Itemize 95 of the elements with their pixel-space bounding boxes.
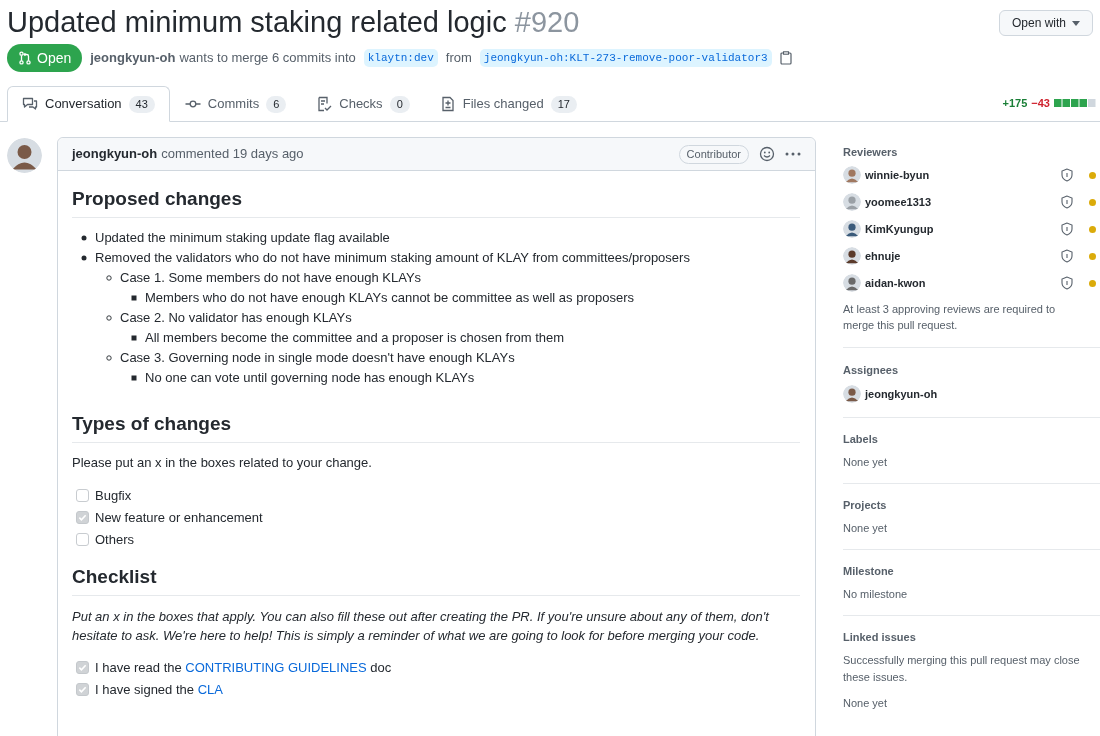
avatar bbox=[843, 193, 861, 211]
more-icon[interactable] bbox=[785, 152, 801, 156]
checkbox[interactable] bbox=[76, 533, 89, 546]
tab[interactable]: Checks 0 bbox=[301, 86, 425, 122]
section-heading: Proposed changes bbox=[72, 187, 243, 211]
task-text: Bugfix bbox=[95, 487, 132, 504]
bullet-icon bbox=[81, 254, 87, 261]
status-badge: Open bbox=[7, 44, 83, 72]
clipboard-icon[interactable] bbox=[779, 51, 792, 65]
shield-icon bbox=[1061, 222, 1073, 236]
speech-bubbles-icon bbox=[22, 96, 38, 112]
from-text: from bbox=[445, 49, 472, 68]
task-text: Others bbox=[95, 531, 134, 548]
task-text: I have signed the CLA bbox=[95, 681, 223, 698]
shield-icon bbox=[1061, 195, 1073, 209]
tab-counter: 0 bbox=[389, 95, 410, 113]
checklist-icon bbox=[316, 96, 333, 112]
tab[interactable]: Commits 6 bbox=[169, 86, 302, 122]
reviewer-name[interactable]: winnie-byun bbox=[865, 167, 1057, 183]
list-item-text: Removed the validators who do not have minimum staking amount of KLAY from committees/proposers bbox=[95, 249, 690, 266]
comment-time: commented 19 days ago bbox=[161, 145, 304, 164]
bullet-icon bbox=[131, 374, 137, 381]
list-item-text: No one can vote until governing node has enough KLAYs bbox=[145, 369, 475, 386]
reviewer-name[interactable]: KimKyungup bbox=[865, 221, 1057, 237]
section-heading: Checklist bbox=[72, 565, 158, 589]
checkmark-icon bbox=[78, 685, 87, 694]
sidebar-heading: Linked issues bbox=[843, 630, 917, 645]
merge-description: wants to merge 6 commits into bbox=[179, 49, 356, 68]
sidebar-value: None yet bbox=[843, 696, 889, 711]
paragraph: Please put an x in the boxes related to your change. bbox=[72, 454, 373, 471]
link[interactable]: CLA bbox=[197, 682, 223, 697]
caret-icon bbox=[1072, 20, 1080, 26]
reviewer-name[interactable]: yoomee1313 bbox=[865, 194, 1057, 210]
bullet-icon bbox=[106, 314, 112, 321]
checkbox[interactable] bbox=[76, 489, 89, 502]
bullet-icon bbox=[106, 274, 112, 281]
task-text: New feature or enhancement bbox=[95, 509, 263, 526]
sidebar-value: None yet bbox=[843, 521, 889, 536]
sidebar-heading: Reviewers bbox=[843, 145, 899, 160]
shield-icon bbox=[1061, 249, 1073, 263]
list-item-text: Updated the minimum staking update flag available bbox=[95, 229, 390, 246]
pull-request-icon bbox=[18, 51, 32, 65]
sidebar-heading: Milestone bbox=[843, 564, 895, 579]
instructions-text: Put an x in the boxes that apply. You can also fill these out after creating the PR. If you're unsure about any of them, don't hesitate to ask. We're here to help! This is simply a reminder of what we are going to look for before merging your code. bbox=[72, 608, 771, 645]
tab[interactable]: Conversation 43 bbox=[7, 86, 170, 122]
checkbox[interactable] bbox=[76, 661, 89, 674]
list-item-text: Case 1. Some members do not have enough KLAYs bbox=[120, 269, 422, 286]
link[interactable]: CONTRIBUTING GUIDELINES bbox=[185, 660, 367, 675]
review-requirement-text: At least 3 approving reviews are required to merge this pull request. bbox=[843, 302, 1057, 333]
list-item-text: Members who do not have enough KLAYs cannot be committee as well as proposers bbox=[145, 289, 634, 306]
avatar bbox=[843, 166, 861, 184]
shield-icon bbox=[1061, 276, 1073, 290]
sidebar-note: Successfully merging this pull request may close these issues. bbox=[843, 653, 1081, 685]
list-item-text: Case 3. Governing node in single mode doesn't have enough KLAYs bbox=[120, 349, 515, 366]
checkbox[interactable] bbox=[76, 511, 89, 524]
bullet-icon bbox=[106, 354, 112, 361]
tab[interactable]: Files changed 17 bbox=[424, 86, 592, 122]
section-heading: Types of changes bbox=[72, 412, 233, 436]
reviewer-name[interactable]: aidan-kwon bbox=[865, 275, 1057, 291]
avatar bbox=[843, 385, 861, 403]
head-branch[interactable]: jeongkyun-oh:KLT-273-remove-poor-validator3 bbox=[479, 48, 772, 68]
smiley-icon[interactable] bbox=[759, 146, 775, 162]
tab-counter: 6 bbox=[266, 95, 287, 113]
checkmark-icon bbox=[78, 513, 87, 522]
assignee-name[interactable]: jeongkyun-oh bbox=[865, 386, 938, 402]
open-with-button[interactable]: Open with bbox=[998, 10, 1093, 36]
bullet-icon bbox=[131, 294, 137, 301]
bullet-icon bbox=[131, 334, 137, 341]
deletions-count: −43 bbox=[1031, 95, 1050, 111]
file-diff-icon bbox=[439, 96, 456, 112]
additions-count: +175 bbox=[1002, 95, 1028, 111]
tab-counter: 17 bbox=[550, 95, 577, 113]
sidebar-heading: Labels bbox=[843, 432, 879, 447]
task-text: I have read the CONTRIBUTING GUIDELINES doc bbox=[95, 659, 392, 676]
avatar bbox=[843, 247, 861, 265]
sidebar-heading: Projects bbox=[843, 498, 888, 513]
list-item-text: All members become the committee and a proposer is chosen from them bbox=[145, 329, 565, 346]
author-link[interactable]: jeongkyun-oh bbox=[90, 48, 176, 68]
pr-number: #920 bbox=[514, 6, 580, 38]
reviewer-name[interactable]: ehnuje bbox=[865, 248, 1057, 264]
avatar bbox=[843, 220, 861, 238]
list-item-text: Case 2. No validator has enough KLAYs bbox=[120, 309, 352, 326]
sidebar-value: None yet bbox=[843, 455, 889, 470]
sidebar-heading: Assignees bbox=[843, 363, 900, 378]
tab-counter: 43 bbox=[128, 95, 155, 113]
comment-author[interactable]: jeongkyun-oh bbox=[72, 144, 158, 164]
avatar bbox=[7, 138, 42, 173]
base-branch[interactable]: klaytn:dev bbox=[363, 48, 438, 68]
checkmark-icon bbox=[78, 663, 87, 672]
pr-title: Updated minimum staking related logic bbox=[7, 6, 507, 38]
sidebar-value: No milestone bbox=[843, 587, 909, 602]
checkbox[interactable] bbox=[76, 683, 89, 696]
avatar bbox=[843, 274, 861, 292]
bullet-icon bbox=[81, 234, 87, 241]
shield-icon bbox=[1061, 168, 1073, 182]
